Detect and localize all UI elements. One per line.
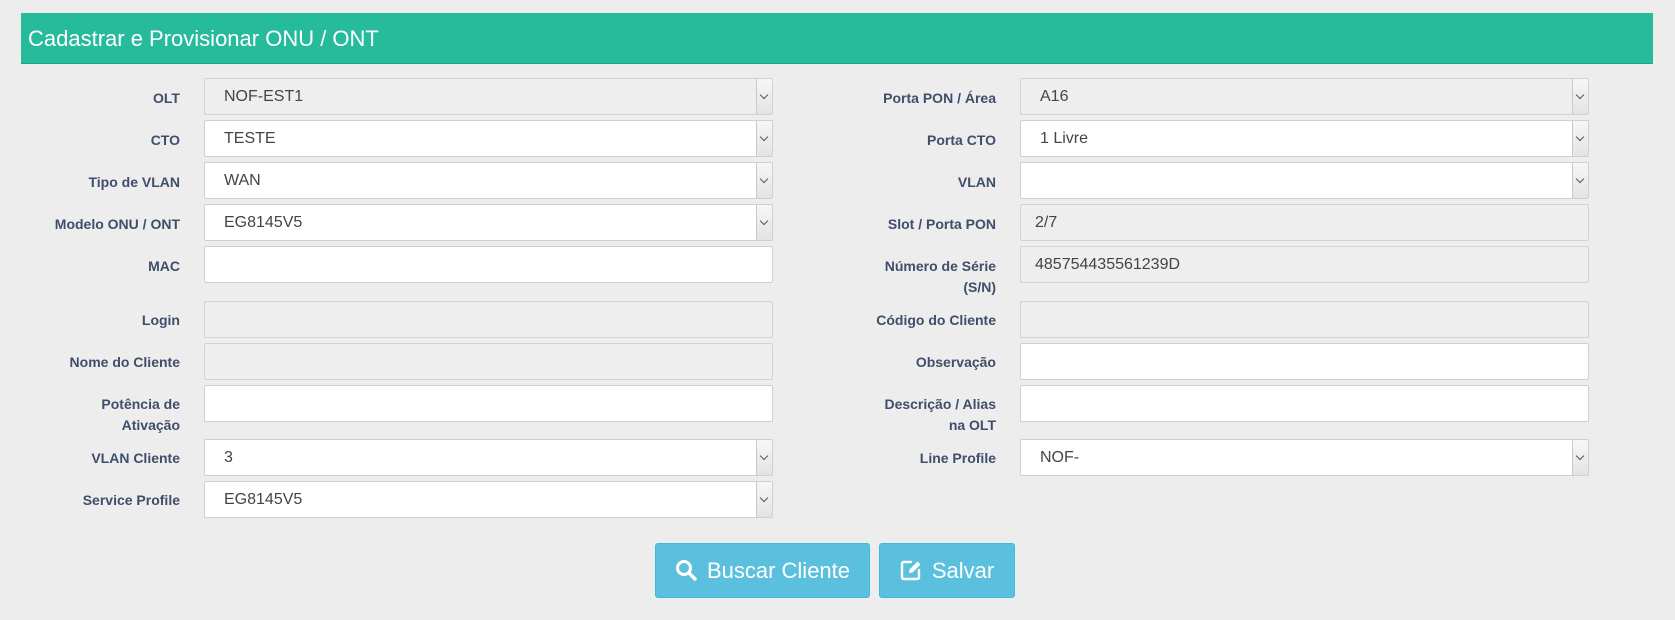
- service-profile-value: EG8145V5: [224, 491, 303, 508]
- numero-serie-label-line1: Número de Série: [884, 258, 996, 274]
- line-profile-label: Line Profile: [919, 450, 996, 466]
- line-profile-select[interactable]: NOF-: [1020, 439, 1589, 476]
- provision-panel: Cadastrar e Provisionar ONU / ONT OLT NO…: [0, 0, 1675, 620]
- cto-label: CTO: [150, 132, 180, 148]
- numero-serie-label: Número de Série (S/N): [816, 256, 996, 298]
- vlan-cliente-select[interactable]: 3: [204, 439, 773, 476]
- potencia-label-line1: Potência de: [101, 396, 180, 412]
- service-profile-label: Service Profile: [82, 492, 180, 508]
- login-label: Login: [141, 312, 180, 328]
- cto-value: TESTE: [224, 130, 276, 147]
- modelo-select[interactable]: EG8145V5: [204, 204, 773, 241]
- descricao-label-line1: Descrição / Alias: [884, 396, 996, 412]
- olt-select[interactable]: NOF-EST1: [204, 78, 773, 115]
- chevron-down-icon[interactable]: [1572, 121, 1588, 156]
- codigo-cliente-input: [1020, 301, 1589, 338]
- tipo-vlan-value: WAN: [224, 172, 261, 189]
- observacao-input[interactable]: [1020, 343, 1589, 380]
- chevron-down-icon[interactable]: [756, 440, 772, 475]
- mac-input[interactable]: [204, 246, 773, 283]
- nome-cliente-label: Nome do Cliente: [69, 354, 180, 370]
- modelo-value: EG8145V5: [224, 214, 303, 231]
- chevron-down-icon[interactable]: [756, 205, 772, 240]
- nome-cliente-input: [204, 343, 773, 380]
- modelo-label: Modelo ONU / ONT: [54, 216, 180, 232]
- chevron-down-icon[interactable]: [756, 121, 772, 156]
- descricao-label-line2: na OLT: [948, 417, 996, 433]
- slot-porta-input: 2/7: [1020, 204, 1589, 241]
- olt-value: NOF-EST1: [224, 88, 304, 105]
- chevron-down-icon[interactable]: [1572, 163, 1588, 198]
- observacao-label: Observação: [915, 354, 996, 370]
- login-input: [204, 301, 773, 338]
- line-profile-value: NOF-: [1040, 449, 1080, 466]
- porta-pon-value: A16: [1040, 88, 1069, 105]
- porta-cto-label: Porta CTO: [927, 132, 996, 148]
- porta-cto-value: 1 Livre: [1040, 130, 1089, 147]
- panel-title: Cadastrar e Provisionar ONU / ONT: [21, 13, 1653, 64]
- numero-serie-label-line2: (S/N): [963, 279, 996, 295]
- vlan-select[interactable]: [1020, 162, 1589, 199]
- porta-pon-label: Porta PON / Área: [883, 90, 996, 106]
- numero-serie-input: 485754435561239D: [1020, 246, 1589, 283]
- mac-label: MAC: [148, 258, 180, 274]
- vlan-cliente-label: VLAN Cliente: [91, 450, 180, 466]
- chevron-down-icon[interactable]: [756, 79, 772, 114]
- buscar-cliente-label: Buscar Cliente: [706, 558, 851, 583]
- buscar-cliente-button[interactable]: Buscar Cliente: [655, 543, 870, 598]
- descricao-input[interactable]: [1020, 385, 1589, 422]
- tipo-vlan-select[interactable]: WAN: [204, 162, 773, 199]
- chevron-down-icon[interactable]: [1572, 79, 1588, 114]
- potencia-label: Potência de Ativação: [40, 394, 180, 436]
- potencia-label-line2: Ativação: [121, 417, 180, 433]
- codigo-cliente-label: Código do Cliente: [876, 312, 996, 328]
- chevron-down-icon[interactable]: [756, 482, 772, 517]
- tipo-vlan-label: Tipo de VLAN: [88, 174, 180, 190]
- salvar-label: Salvar: [931, 558, 995, 583]
- porta-cto-select[interactable]: 1 Livre: [1020, 120, 1589, 157]
- search-icon: [675, 560, 697, 581]
- potencia-input[interactable]: [204, 385, 773, 422]
- cto-select[interactable]: TESTE: [204, 120, 773, 157]
- chevron-down-icon[interactable]: [1572, 440, 1588, 475]
- olt-label: OLT: [153, 90, 180, 106]
- service-profile-select[interactable]: EG8145V5: [204, 481, 773, 518]
- vlan-label: VLAN: [957, 174, 996, 190]
- salvar-button[interactable]: Salvar: [879, 543, 1015, 598]
- chevron-down-icon[interactable]: [756, 163, 772, 198]
- slot-porta-label: Slot / Porta PON: [887, 216, 996, 232]
- porta-pon-select[interactable]: A16: [1020, 78, 1589, 115]
- vlan-cliente-value: 3: [224, 449, 233, 466]
- descricao-label: Descrição / Alias na OLT: [816, 394, 996, 436]
- edit-icon: [900, 560, 921, 581]
